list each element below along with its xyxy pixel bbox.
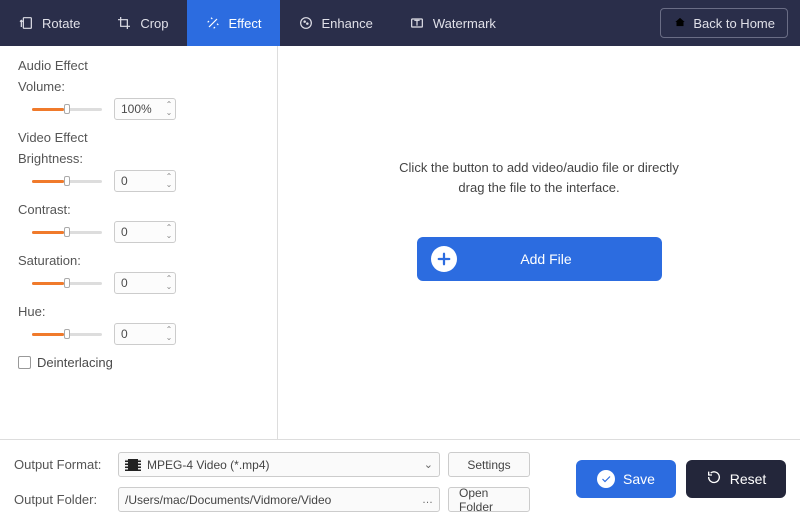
saturation-label: Saturation:	[18, 253, 259, 268]
contrast-value: 0	[115, 225, 163, 239]
back-to-home-button[interactable]: Back to Home	[660, 8, 788, 38]
contrast-label: Contrast:	[18, 202, 259, 217]
drop-line2: drag the file to the interface.	[399, 178, 679, 198]
tab-label: Enhance	[322, 16, 373, 31]
brightness-value: 0	[115, 174, 163, 188]
step-down[interactable]: ⌄	[166, 109, 173, 117]
step-down[interactable]: ⌄	[166, 181, 173, 189]
chevron-down-icon: ⌄	[424, 458, 433, 471]
audio-section-title: Audio Effect	[18, 58, 259, 73]
add-file-label: Add File	[457, 251, 662, 267]
settings-button[interactable]: Settings	[448, 452, 530, 477]
rotate-icon	[18, 15, 34, 31]
tab-crop[interactable]: Crop	[98, 0, 186, 46]
contrast-slider[interactable]	[32, 227, 102, 237]
saturation-slider[interactable]	[32, 278, 102, 288]
tab-label: Effect	[229, 16, 262, 31]
main-area: Audio Effect Volume: 100% ⌃⌄ Video Effec…	[0, 46, 800, 439]
add-file-button[interactable]: Add File	[417, 237, 662, 281]
check-circle-icon	[597, 470, 615, 488]
enhance-icon	[298, 15, 314, 31]
drop-instructions: Click the button to add video/audio file…	[399, 158, 679, 197]
deinterlacing-label: Deinterlacing	[37, 355, 113, 370]
brightness-input[interactable]: 0 ⌃⌄	[114, 170, 176, 192]
hue-slider[interactable]	[32, 329, 102, 339]
output-folder-value: /Users/mac/Documents/Vidmore/Video	[125, 493, 416, 507]
step-down[interactable]: ⌄	[166, 232, 173, 240]
bottom-bar: Output Format: MPEG-4 Video (*.mp4) ⌄ Se…	[0, 439, 800, 517]
crop-icon	[116, 15, 132, 31]
tab-label: Rotate	[42, 16, 80, 31]
hue-value: 0	[115, 327, 163, 341]
video-section-title: Video Effect	[18, 130, 259, 145]
watermark-icon	[409, 15, 425, 31]
drop-line1: Click the button to add video/audio file…	[399, 158, 679, 178]
tab-effect[interactable]: Effect	[187, 0, 280, 46]
volume-slider[interactable]	[32, 104, 102, 114]
reset-icon	[706, 469, 722, 488]
brightness-slider[interactable]	[32, 176, 102, 186]
contrast-input[interactable]: 0 ⌃⌄	[114, 221, 176, 243]
volume-label: Volume:	[18, 79, 259, 94]
ellipsis-icon: …	[422, 494, 433, 506]
reset-label: Reset	[730, 471, 767, 487]
output-format-label: Output Format:	[14, 457, 110, 472]
back-home-label: Back to Home	[693, 16, 775, 31]
tab-label: Watermark	[433, 16, 496, 31]
reset-button[interactable]: Reset	[686, 460, 786, 498]
home-icon	[673, 15, 687, 32]
step-down[interactable]: ⌄	[166, 334, 173, 342]
saturation-input[interactable]: 0 ⌃⌄	[114, 272, 176, 294]
volume-value: 100%	[115, 102, 163, 116]
file-drop-zone[interactable]: Click the button to add video/audio file…	[278, 46, 800, 439]
tab-rotate[interactable]: Rotate	[0, 0, 98, 46]
output-format-value: MPEG-4 Video (*.mp4)	[147, 458, 418, 472]
effect-sidebar: Audio Effect Volume: 100% ⌃⌄ Video Effec…	[0, 46, 278, 439]
save-label: Save	[623, 471, 655, 487]
save-button[interactable]: Save	[576, 460, 676, 498]
mp4-icon	[125, 459, 141, 471]
brightness-label: Brightness:	[18, 151, 259, 166]
output-folder-label: Output Folder:	[14, 492, 110, 507]
tab-enhance[interactable]: Enhance	[280, 0, 391, 46]
open-folder-button[interactable]: Open Folder	[448, 487, 530, 512]
output-folder-field[interactable]: /Users/mac/Documents/Vidmore/Video …	[118, 487, 440, 512]
top-toolbar: Rotate Crop Effect Enhance Watermark Bac…	[0, 0, 800, 46]
hue-input[interactable]: 0 ⌃⌄	[114, 323, 176, 345]
deinterlacing-checkbox[interactable]	[18, 356, 31, 369]
saturation-value: 0	[115, 276, 163, 290]
hue-label: Hue:	[18, 304, 259, 319]
plus-icon	[431, 246, 457, 272]
tab-watermark[interactable]: Watermark	[391, 0, 514, 46]
volume-input[interactable]: 100% ⌃⌄	[114, 98, 176, 120]
output-format-select[interactable]: MPEG-4 Video (*.mp4) ⌄	[118, 452, 440, 477]
step-down[interactable]: ⌄	[166, 283, 173, 291]
effect-icon	[205, 15, 221, 31]
tab-label: Crop	[140, 16, 168, 31]
